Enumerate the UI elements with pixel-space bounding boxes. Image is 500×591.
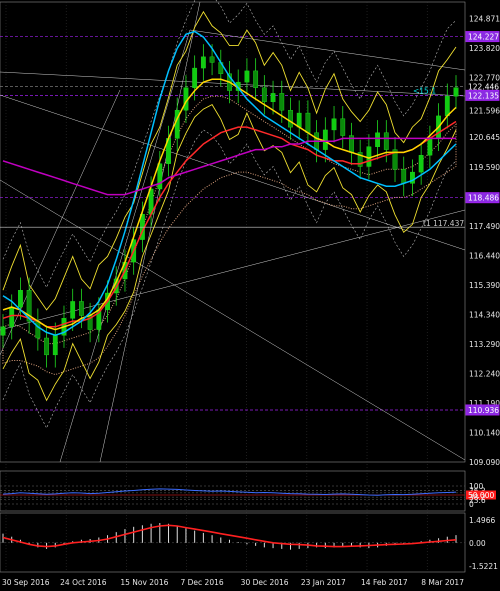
- price-tag-label: 110.936: [468, 406, 499, 415]
- candle-body: [9, 306, 15, 327]
- candle-body: [444, 95, 450, 117]
- candle-body: [18, 290, 23, 308]
- candle-body: [200, 56, 206, 69]
- price-panel-frame: [0, 1, 466, 463]
- trend-line: [0, 209, 466, 331]
- candle-body: [401, 169, 407, 184]
- x-tick-label: 24 Oct 2016: [60, 578, 107, 587]
- target-annotation: t1 117.437: [423, 219, 464, 228]
- y-tick-label: 119.590: [469, 163, 500, 172]
- candle-body: [331, 118, 337, 131]
- x-tick-label: 30 Dec 2016: [241, 578, 289, 587]
- macd-signal-line: [2, 524, 457, 548]
- y-tick-label: 120.645: [469, 133, 500, 142]
- candle-body: [35, 320, 41, 339]
- trend-line: [99, 1, 201, 463]
- y-tick-label: 121.596: [469, 106, 500, 115]
- candle-body: [383, 132, 389, 150]
- x-tick-label: 8 Mar 2017: [421, 578, 464, 587]
- candle-body: [296, 112, 302, 128]
- candle-body: [79, 301, 84, 316]
- candle-body: [44, 337, 49, 356]
- y-tick-label: 109.090: [469, 458, 500, 467]
- chart-window: 30 Sep 2016 24 Oct 2016 15 Nov 2016 7 Dec 2…: [0, 0, 500, 591]
- candle-body: [288, 110, 293, 128]
- y-tick-label: 117.490: [469, 222, 500, 231]
- y-tick-label: 124.871: [469, 14, 500, 23]
- x-tick-label: 14 Feb 2017: [361, 578, 408, 587]
- y-tick-label: 123.820: [469, 44, 500, 53]
- candle-body: [253, 70, 259, 88]
- trend-line: [189, 29, 466, 71]
- macd-tick-label: 1.4966: [469, 516, 495, 525]
- y-tick-label: 114.340: [469, 310, 500, 319]
- candle-body: [209, 56, 215, 63]
- candle-body: [0, 326, 6, 336]
- ratio-annotation: <15:1: [413, 87, 436, 96]
- candle-body: [305, 112, 311, 133]
- candle-body: [427, 138, 433, 156]
- x-tick-label: 7 Dec 2016: [181, 578, 224, 587]
- candle-body: [244, 70, 250, 83]
- candle-body: [70, 301, 76, 319]
- x-tick-label: 30 Sep 2016: [2, 578, 50, 587]
- candle-body: [261, 87, 267, 103]
- y-tick-label: 116.440: [469, 251, 500, 260]
- y-tick-label: 115.390: [469, 281, 500, 290]
- lower-band: [2, 129, 457, 429]
- candle-body: [340, 118, 346, 136]
- y-tick-label: 113.290: [469, 340, 500, 349]
- x-tick-label: 23 Jan 2017: [301, 578, 346, 587]
- candle-body: [270, 93, 276, 103]
- candle-body: [322, 129, 328, 150]
- trend-line: [59, 29, 191, 463]
- oscillator-tick-label: 0: [469, 500, 474, 509]
- candle-body: [279, 93, 285, 111]
- y-tick-label: 112.240: [469, 369, 500, 378]
- candle-body: [192, 67, 198, 88]
- oscillator-panel-frame: [0, 470, 466, 512]
- price-tag-label: 124.227: [468, 33, 499, 42]
- x-tick-label: 15 Nov 2016: [120, 578, 168, 587]
- candle-body: [375, 132, 380, 148]
- candle-body: [52, 334, 58, 356]
- price-tag-label: 118.486: [468, 194, 499, 203]
- macd-tick-label: 0.00: [469, 539, 486, 548]
- price-tag-label: 122.135: [468, 91, 499, 100]
- oscillator-line: [2, 488, 457, 496]
- candle-body: [453, 87, 459, 97]
- candle-body: [418, 155, 424, 173]
- moving-average-line: [2, 78, 457, 331]
- macd-tick-label: -1.5221: [469, 562, 498, 571]
- y-tick-label: 110.140: [469, 428, 500, 437]
- trend-line: [0, 179, 466, 461]
- price-envelope-upper: [2, 10, 457, 311]
- candle-body: [366, 146, 372, 167]
- chart-canvas: 30 Sep 2016 24 Oct 2016 15 Nov 2016 7 Dec 2…: [0, 0, 500, 587]
